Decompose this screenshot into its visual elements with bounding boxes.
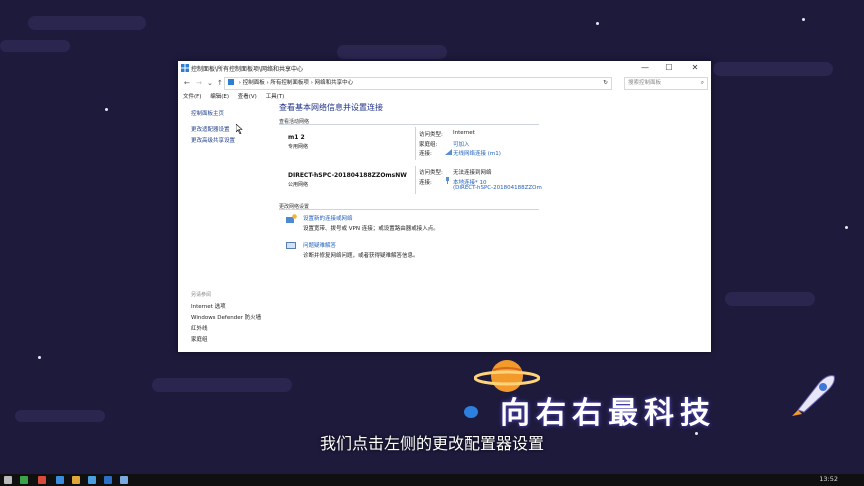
breadcrumb-sep: › [310,80,313,86]
page-title: 查看基本网络信息并设置连接 [279,103,383,112]
troubleshoot-icon [286,242,296,249]
brand-logo-text: 向右右最科技 [500,396,716,431]
troubleshoot-desc: 诊断并修复网络问题，或者获得疑难解答信息。 [303,253,419,259]
access-type-value: Internet [453,130,475,136]
address-field[interactable]: › 控制面板 › 所有控制面板项 › 网络和共享中心 ↻ [224,77,612,90]
star [596,22,599,25]
menu-bar: 文件(F) 编辑(E) 查看(V) 工具(T) [178,92,286,102]
breadcrumb-item[interactable]: 控制面板 [243,80,265,86]
divider [415,127,416,160]
divider [415,166,416,194]
access-type-value: 无法连接到网络 [453,170,492,176]
mouse-cursor-icon [236,124,243,134]
see-also-homegroup[interactable]: 家庭组 [191,335,208,343]
new-connection-icon [286,214,297,223]
background-cloud [28,16,146,30]
divider [279,124,539,125]
menu-tools[interactable]: 工具(T) [266,94,285,100]
ethernet-icon [446,177,449,184]
maximize-button[interactable]: ☐ [658,61,680,75]
see-also-firewall[interactable]: Windows Defender 防火墙 [191,313,261,321]
connection-label: 连接: [419,151,432,157]
background-cloud [713,62,833,76]
search-icon: ⌕ [700,80,704,86]
clock[interactable]: 13:52 [819,475,838,483]
background-cloud [15,410,105,422]
control-panel-small-icon [228,79,234,85]
access-type-label: 访问类型: [419,170,443,176]
background-cloud [152,378,292,392]
wifi-icon [445,149,452,155]
background-cloud [337,45,447,59]
search-input[interactable]: 搜索控制面板 ⌕ [624,77,708,90]
star [105,108,108,111]
star [38,356,41,359]
homegroup-link[interactable]: 可加入 [453,140,470,148]
back-button[interactable]: ← [184,76,190,90]
network-category: 公用网络 [288,182,309,188]
breadcrumb-item[interactable]: 网络和共享中心 [315,80,354,86]
wechat-icon[interactable] [20,476,28,484]
access-type-label: 访问类型: [419,132,443,138]
troubleshoot-link[interactable]: 问题疑难解答 [303,241,336,249]
start-icon[interactable] [4,476,12,484]
close-button[interactable]: ✕ [684,61,706,75]
taskbar: 13:52 [0,474,864,486]
minimize-button[interactable]: — [634,61,656,75]
menu-edit[interactable]: 编辑(E) [210,94,229,100]
setup-new-connection-desc: 设置宽带、拨号或 VPN 连接；或设置路由器或接入点。 [303,226,439,232]
breadcrumb-sep: › [238,80,241,86]
brand-dot [464,406,478,418]
app-icon[interactable] [38,476,46,484]
video-subtitle: 我们点击左侧的更改配置器设置 [319,434,544,453]
see-also-infrared[interactable]: 红外线 [191,324,208,332]
address-bar: ← → ⌄ ↑ › 控制面板 › 所有控制面板项 › 网络和共享中心 ↻ 搜索控… [178,76,711,90]
divider [279,209,539,210]
local-connection-link-detail[interactable]: (DIRECT-hSPC-201804188ZZOm [453,185,542,191]
setup-new-connection-link[interactable]: 设置新的连接或网络 [303,214,353,222]
change-advanced-sharing-link[interactable]: 更改高级共享设置 [191,136,235,144]
background-cloud [0,40,70,52]
network-name: m1 2 [288,134,305,141]
breadcrumb-sep: › [266,80,269,86]
see-also-heading: 另请参阅 [191,292,212,298]
background-cloud [725,292,815,306]
connection-label: 连接: [419,180,432,186]
menu-file[interactable]: 文件(F) [183,94,201,100]
menu-view[interactable]: 查看(V) [238,94,257,100]
search-placeholder: 搜索控制面板 [628,80,662,86]
app-icon[interactable] [104,476,112,484]
rocket-icon [792,375,835,416]
window-title: 控制面板\所有控制面板项\网络和共享中心 [191,66,304,73]
browser-icon[interactable] [56,476,64,484]
refresh-button[interactable]: ↻ [603,78,608,89]
forward-button[interactable]: → [196,76,202,90]
control-panel-icon [181,64,189,72]
control-panel-task-icon[interactable] [120,476,128,484]
see-also-internet-options[interactable]: Internet 选项 [191,302,226,310]
recent-dropdown-button[interactable]: ⌄ [207,76,213,90]
network-sharing-center-window: 控制面板\所有控制面板项\网络和共享中心 — ☐ ✕ ← → ⌄ ↑ › 控制面… [178,61,711,352]
app-icon[interactable] [88,476,96,484]
up-button[interactable]: ↑ [217,76,223,90]
homegroup-label: 家庭组: [419,142,438,148]
network-name: DIRECT-hSPC-201804188ZZOmsNW [288,172,407,179]
star [845,226,848,229]
network-category: 专用网络 [288,144,309,150]
change-adapter-settings-link[interactable]: 更改适配器设置 [191,125,230,133]
breadcrumb-item[interactable]: 所有控制面板项 [270,80,309,86]
app-icon[interactable] [72,476,80,484]
title-bar: 控制面板\所有控制面板项\网络和共享中心 — ☐ ✕ [178,61,711,75]
wireless-connection-link[interactable]: 无线网络连接 (m1) [453,149,501,157]
star [802,18,805,21]
sidebar-home-link[interactable]: 控制面板主页 [191,109,224,117]
